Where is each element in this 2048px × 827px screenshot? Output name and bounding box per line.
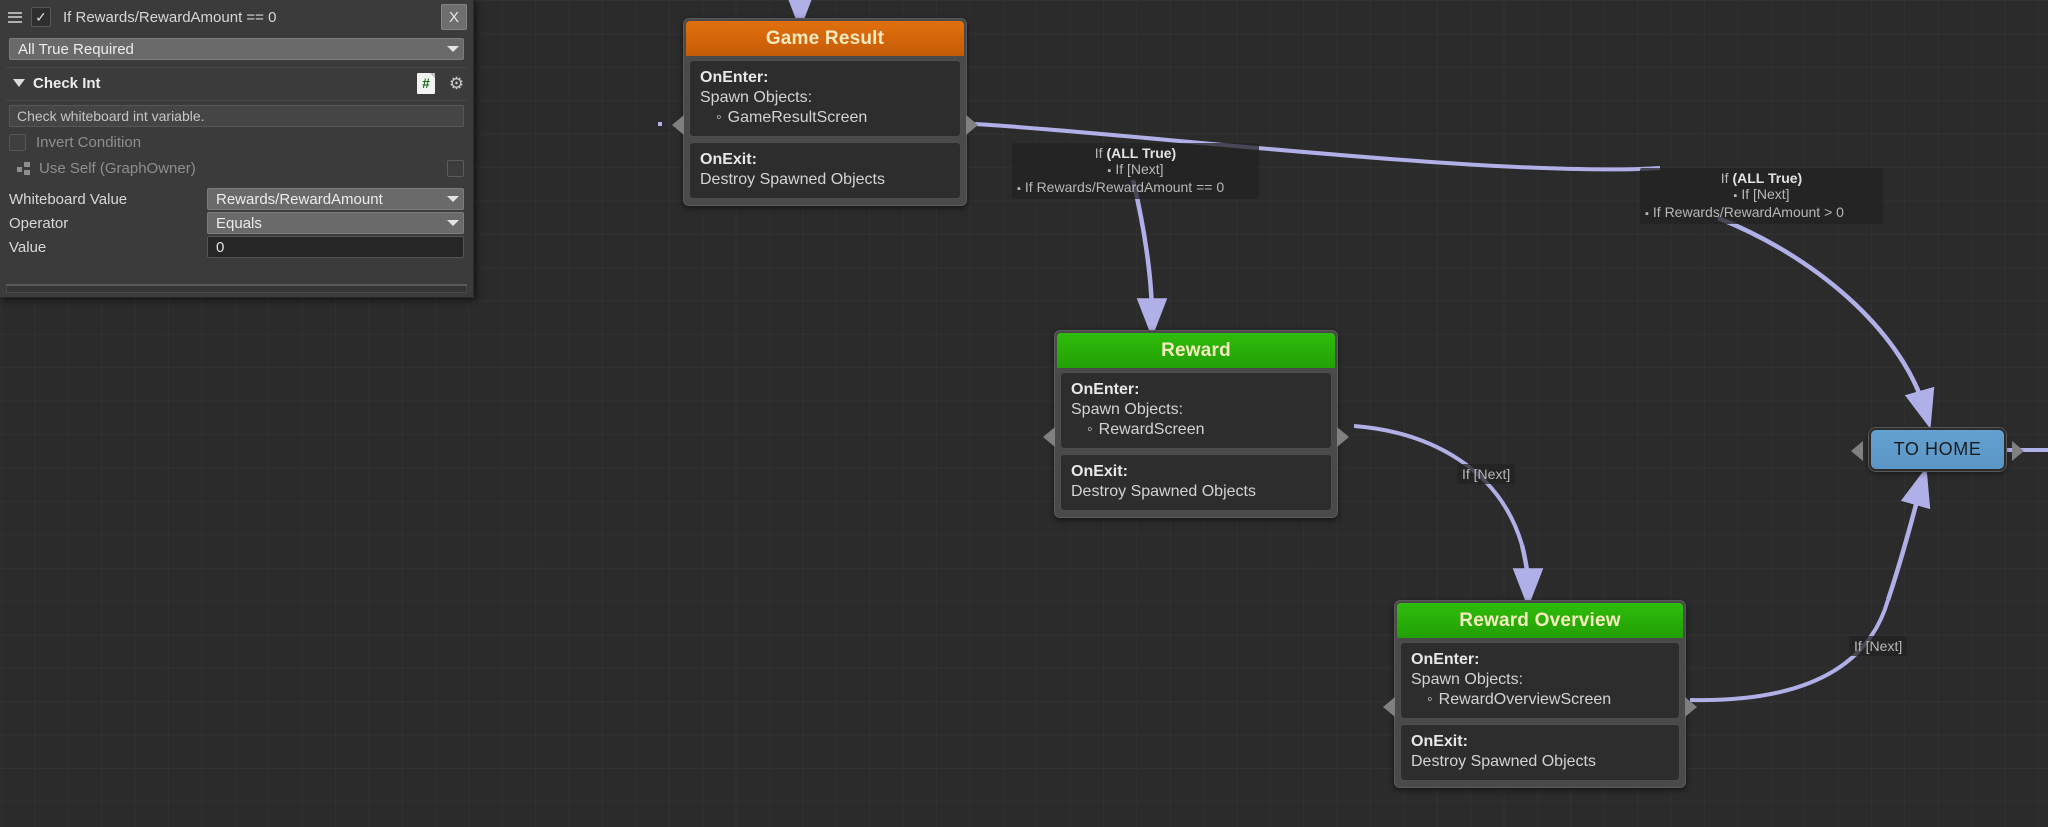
check-int-section-title: Check Int <box>33 74 101 92</box>
edge-label-line1-prefix: If <box>1720 170 1733 186</box>
section-label: OnExit: <box>1411 733 1468 750</box>
edge-label-reward-to-overview: If [Next] <box>1457 464 1516 484</box>
node-input-port[interactable] <box>672 115 684 135</box>
use-self-row[interactable]: Use Self (GraphOwner) <box>0 151 473 177</box>
use-self-label: Use Self (GraphOwner) <box>39 160 196 177</box>
section-line: Destroy Spawned Objects <box>1071 483 1256 500</box>
node-output-port[interactable] <box>2012 441 2024 461</box>
node-game-result[interactable]: Game Result OnEnter: Spawn Objects: Game… <box>672 18 978 206</box>
whiteboard-value-label: Whiteboard Value <box>9 190 128 208</box>
node-reward-overview[interactable]: Reward Overview OnEnter: Spawn Objects: … <box>1383 600 1697 788</box>
node-output-port[interactable] <box>1685 697 1697 717</box>
node-input-port[interactable] <box>1383 697 1395 717</box>
inspector-footer <box>6 284 467 293</box>
chevron-down-icon <box>447 220 459 226</box>
section-line: Spawn Objects: <box>700 89 813 106</box>
combine-mode-row: All True Required <box>0 34 473 65</box>
combine-mode-dropdown[interactable]: All True Required <box>9 38 464 60</box>
node-body: OnEnter: Spawn Objects: GameResultScreen… <box>686 56 964 203</box>
description-box: Check whiteboard int variable. <box>9 105 464 127</box>
node-section-onenter: OnEnter: Spawn Objects: RewardOverviewSc… <box>1400 642 1680 719</box>
section-label: OnEnter: <box>1411 651 1480 668</box>
footer-strip <box>6 286 467 293</box>
drag-handle-icon[interactable] <box>8 11 22 23</box>
gear-icon[interactable]: ⚙ <box>448 75 465 92</box>
chevron-down-icon[interactable] <box>13 79 25 87</box>
section-label: OnExit: <box>1071 463 1128 480</box>
close-button[interactable]: X <box>441 4 467 30</box>
operator-selected: Equals <box>216 214 262 232</box>
node-to-home[interactable]: TO HOME <box>1851 428 2024 471</box>
node-title-reward-overview: Reward Overview <box>1397 603 1683 638</box>
node-output-port[interactable] <box>966 115 978 135</box>
inspector-title: If Rewards/RewardAmount == 0 <box>63 8 277 26</box>
node-section-onexit: OnExit: Destroy Spawned Objects <box>689 142 961 199</box>
use-self-checkbox[interactable] <box>447 160 464 177</box>
node-section-onenter: OnEnter: Spawn Objects: RewardScreen <box>1060 372 1332 449</box>
edge-label-gameresult-to-reward: If (ALL True) If [Next] If Rewards/Rewar… <box>1012 143 1259 199</box>
edge-label-gameresult-to-home: If (ALL True) If [Next] If Rewards/Rewar… <box>1640 168 1883 224</box>
value-label: Value <box>9 238 47 256</box>
enable-condition-checkbox[interactable]: ✓ <box>31 7 51 27</box>
node-body: OnEnter: Spawn Objects: RewardScreen OnE… <box>1057 368 1335 515</box>
script-reference-icon[interactable]: # <box>417 72 435 94</box>
edge-label-line1-bold: (ALL True) <box>1732 170 1803 186</box>
section-line: Spawn Objects: <box>1411 671 1524 688</box>
section-sub-item: GameResultScreen <box>700 108 950 128</box>
node-section-onexit: OnExit: Destroy Spawned Objects <box>1060 454 1332 511</box>
whiteboard-value-dropdown[interactable]: Rewards/RewardAmount <box>207 188 464 210</box>
chevron-down-icon <box>447 196 459 202</box>
node-section-onexit: OnExit: Destroy Spawned Objects <box>1400 724 1680 781</box>
edge-label-line3: If Rewards/RewardAmount > 0 <box>1645 204 1878 222</box>
node-body: OnEnter: Spawn Objects: RewardOverviewSc… <box>1397 638 1683 785</box>
description-text: Check whiteboard int variable. <box>17 108 205 124</box>
value-row: Value 0 <box>0 234 473 258</box>
editor-window: Game Result OnEnter: Spawn Objects: Game… <box>0 0 2048 827</box>
node-to-home-label: TO HOME <box>1893 439 1982 459</box>
node-section-onenter: OnEnter: Spawn Objects: GameResultScreen <box>689 60 961 137</box>
section-label: OnEnter: <box>700 69 769 86</box>
node-input-port[interactable] <box>1043 427 1055 447</box>
node-reward[interactable]: Reward OnEnter: Spawn Objects: RewardScr… <box>1043 330 1349 518</box>
whiteboard-value-row: Whiteboard Value Rewards/RewardAmount <box>0 177 473 210</box>
node-output-port[interactable] <box>1337 427 1349 447</box>
graph-owner-icon <box>17 161 33 176</box>
operator-dropdown[interactable]: Equals <box>207 212 464 234</box>
invert-condition-label: Invert Condition <box>36 134 142 151</box>
condition-inspector-panel[interactable]: ✓ If Rewards/RewardAmount == 0 X All Tru… <box>0 0 474 298</box>
node-title-game-result: Game Result <box>686 21 964 56</box>
section-sub-item: RewardOverviewScreen <box>1411 690 1669 710</box>
edge-label-line1-prefix: If <box>1094 145 1107 161</box>
chevron-down-icon <box>447 46 459 52</box>
whiteboard-value-selected: Rewards/RewardAmount <box>216 190 383 208</box>
combine-mode-value: All True Required <box>18 40 134 58</box>
divider <box>6 100 467 101</box>
edge-label-overview-to-home: If [Next] <box>1849 636 1908 656</box>
section-label: OnExit: <box>700 151 757 168</box>
value-input[interactable]: 0 <box>207 236 464 258</box>
section-line: Spawn Objects: <box>1071 401 1184 418</box>
inspector-header: ✓ If Rewards/RewardAmount == 0 X <box>0 0 473 34</box>
edge-label-line2: If [Next] <box>1645 186 1878 204</box>
section-sub-item: RewardScreen <box>1071 420 1321 440</box>
invert-condition-row[interactable]: Invert Condition <box>0 127 473 151</box>
operator-row: Operator Equals <box>0 210 473 234</box>
node-title-reward: Reward <box>1057 333 1335 368</box>
value-input-text: 0 <box>216 238 225 256</box>
section-line: Destroy Spawned Objects <box>1411 753 1596 770</box>
node-input-port[interactable] <box>1851 441 1863 461</box>
check-int-section-header[interactable]: Check Int # ⚙ <box>0 68 473 98</box>
edge-label-line3: If Rewards/RewardAmount == 0 <box>1017 179 1254 197</box>
section-label: OnEnter: <box>1071 381 1140 398</box>
edge-label-line1-bold: (ALL True) <box>1106 145 1177 161</box>
edge-label-line1: If [Next] <box>1462 466 1511 482</box>
operator-label: Operator <box>9 214 69 232</box>
invert-condition-checkbox[interactable] <box>9 134 26 151</box>
section-line: Destroy Spawned Objects <box>700 171 885 188</box>
edge-label-line2: If [Next] <box>1017 161 1254 179</box>
edge-label-line1: If [Next] <box>1854 638 1903 654</box>
